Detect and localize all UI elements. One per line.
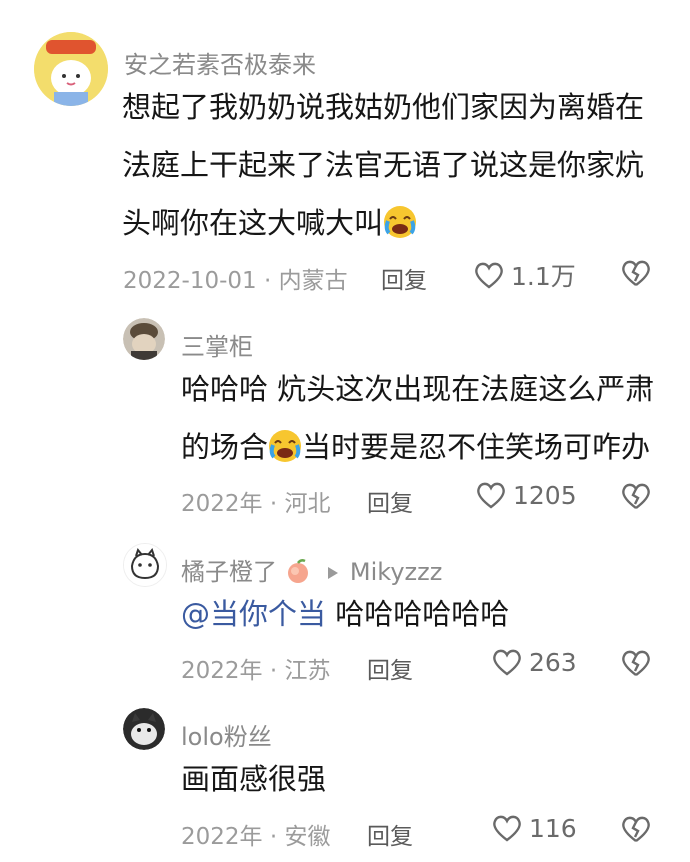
comment-text-line-part: 的场合	[181, 430, 269, 464]
like-button[interactable]: 1.1万	[473, 257, 576, 293]
like-count: 116	[529, 813, 577, 843]
like-button[interactable]: 116	[491, 813, 577, 843]
comment-text-line-part: 哈哈哈哈哈哈	[326, 597, 510, 631]
avatar[interactable]	[34, 32, 108, 106]
comment-text: @当你个当 哈哈哈哈哈哈	[181, 585, 671, 643]
broken-heart-icon	[622, 260, 650, 286]
comment-text-line: 的场合 当时要是忍不住笑场可咋办	[181, 418, 671, 476]
like-count: 1205	[513, 480, 577, 510]
comment-text-line: 哈哈哈 炕头这次出现在法庭这么严肃	[181, 372, 655, 406]
comment-text: 画面感很强	[181, 762, 327, 796]
crying-laughing-emoji	[268, 424, 302, 462]
heart-outline-icon	[477, 482, 505, 509]
comment-text: 哈哈哈 炕头这次出现在法庭这么严肃 的场合 当时要是忍不住笑场可咋办	[181, 360, 671, 476]
play-arrow-icon	[328, 557, 339, 585]
dislike-button[interactable]	[620, 258, 652, 292]
comment-text-line: 想起了我奶奶说我姑奶他们家因为离婚在	[122, 90, 645, 124]
broken-heart-icon	[622, 483, 650, 509]
avatar[interactable]	[123, 708, 165, 750]
reply-button[interactable]: 回复	[367, 651, 413, 685]
username[interactable]: lolo粉丝	[181, 717, 272, 752]
heart-outline-icon	[493, 815, 521, 842]
reply-button[interactable]: 回复	[367, 817, 413, 851]
username[interactable]: 三掌柜	[181, 327, 253, 362]
heart-outline-icon	[493, 649, 521, 676]
comment-text-line: 头啊你在这大喊大叫	[122, 194, 662, 252]
reply-to-username[interactable]: Mikyzzz	[350, 558, 442, 586]
like-button[interactable]: 1205	[475, 480, 577, 510]
like-button[interactable]: 263	[491, 647, 577, 677]
avatar[interactable]	[123, 543, 167, 587]
dislike-button[interactable]	[620, 648, 652, 682]
like-count: 1.1万	[511, 262, 576, 291]
crying-laughing-emoji	[383, 200, 417, 238]
reply-button[interactable]: 回复	[381, 261, 427, 295]
broken-heart-icon	[622, 816, 650, 842]
comment-text-line: 法庭上干起来了法官无语了说这是你家炕	[122, 148, 645, 182]
mention-link[interactable]: @当你个当	[181, 597, 326, 631]
broken-heart-icon	[622, 650, 650, 676]
comment-meta: 2022-10-01 · 内蒙古	[123, 268, 348, 294]
dislike-button[interactable]	[620, 814, 652, 848]
username[interactable]: 安之若素否极泰来	[124, 45, 316, 80]
comment-meta: 2022年 · 江苏	[181, 658, 331, 684]
dislike-button[interactable]	[620, 481, 652, 515]
comment-meta: 2022年 · 河北	[181, 491, 331, 517]
comment-text: 想起了我奶奶说我姑奶他们家因为离婚在 法庭上干起来了法官无语了说这是你家炕 头啊…	[122, 78, 662, 252]
heart-outline-icon	[475, 262, 503, 289]
comment-meta: 2022年 · 安徽	[181, 824, 331, 850]
comment-text-line-part: 当时要是忍不住笑场可咋办	[302, 430, 651, 464]
comment-text-line-part: 头啊你在这大喊大叫	[122, 206, 384, 240]
reply-button[interactable]: 回复	[367, 484, 413, 518]
username-text: 橘子橙了	[181, 558, 277, 586]
avatar[interactable]	[123, 318, 165, 360]
like-count: 263	[529, 647, 577, 677]
